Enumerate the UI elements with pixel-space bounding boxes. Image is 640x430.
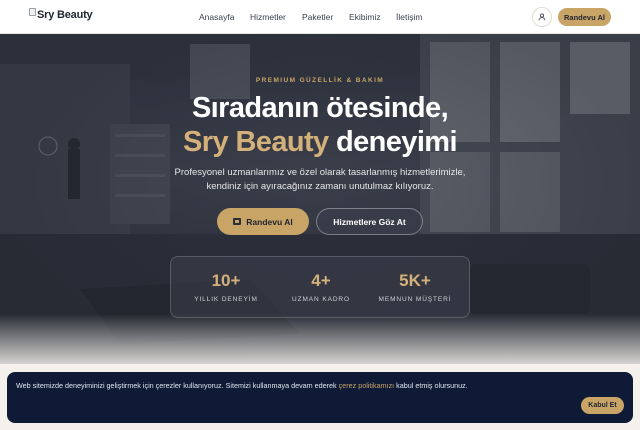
hero-title-line1: Sıradanın ötesinde, xyxy=(191,92,449,124)
stat-value: 5K+ xyxy=(399,271,431,290)
hero-bottom-fade xyxy=(0,314,640,364)
hero-subtitle-line1: Profesyonel uzmanlarımız ve özel olarak … xyxy=(174,167,466,178)
broken-image-icon xyxy=(29,8,36,16)
stat-label: UZMAN KADRO xyxy=(292,296,350,303)
hero-subtitle-line2: kendiniz için ayıracağınız zamanı unutul… xyxy=(206,181,434,192)
stat-experts: 4+ UZMAN KADRO xyxy=(271,257,371,303)
logo-text: Sry Beauty xyxy=(37,9,93,21)
stat-experience: 10+ YILLIK DENEYİM xyxy=(176,257,276,303)
stat-label: YILLIK DENEYİM xyxy=(194,296,258,303)
nav-link-services[interactable]: Hizmetler xyxy=(250,12,286,22)
nav-link-home[interactable]: Anasayfa xyxy=(199,12,234,22)
hero-subtitle: Profesyonel uzmanlarımız ve özel olarak … xyxy=(0,166,640,194)
hero-eyebrow: PREMIUM GÜZELLİK & BAKIM xyxy=(255,77,385,84)
top-navbar: Sry Beauty Anasayfa Hizmetler Paketler E… xyxy=(0,0,640,34)
nav-link-packages[interactable]: Paketler xyxy=(302,12,333,22)
user-icon xyxy=(538,13,546,21)
account-button[interactable] xyxy=(532,7,552,27)
cookie-policy-link[interactable]: çerez politikamızı xyxy=(339,381,395,390)
hero-appointment-label: Randevu Al xyxy=(246,216,293,227)
hero-title-brand: Sry Beauty xyxy=(183,126,329,158)
cookie-text-after: kabul etmiş olursunuz. xyxy=(394,381,468,390)
hero-appointment-button[interactable]: Randevu Al xyxy=(217,208,309,235)
cookie-text-before: Web sitemizde deneyiminizi geliştirmek i… xyxy=(16,381,339,390)
hero-section: PREMIUM GÜZELLİK & BAKIM Sıradanın ötesi… xyxy=(0,34,640,364)
nav-link-contact[interactable]: İletişim xyxy=(396,12,422,22)
cookie-accept-button[interactable]: Kabul Et xyxy=(581,397,624,414)
stats-panel: 10+ YILLIK DENEYİM 4+ UZMAN KADRO 5K+ ME… xyxy=(170,256,470,318)
nav-link-team[interactable]: Ekibimiz xyxy=(349,12,381,22)
calendar-icon xyxy=(233,218,242,225)
stat-customers: 5K+ MEMNUN MÜŞTERİ xyxy=(365,257,465,303)
cookie-banner: Web sitemizde deneyiminizi geliştirmek i… xyxy=(7,372,633,423)
hero-title-rest: deneyimi xyxy=(328,126,458,158)
nav-appointment-button[interactable]: Randevu Al xyxy=(558,8,611,26)
stat-value: 10+ xyxy=(211,271,241,290)
cookie-message: Web sitemizde deneyiminizi geliştirmek i… xyxy=(16,381,468,390)
stat-label: MEMNUN MÜŞTERİ xyxy=(378,296,452,303)
stat-value: 4+ xyxy=(311,271,331,290)
hero-title-line2: Sry Beauty deneyimi xyxy=(0,126,640,159)
logo[interactable]: Sry Beauty xyxy=(29,8,93,21)
browse-services-button[interactable]: Hizmetlere Göz At xyxy=(316,208,423,235)
